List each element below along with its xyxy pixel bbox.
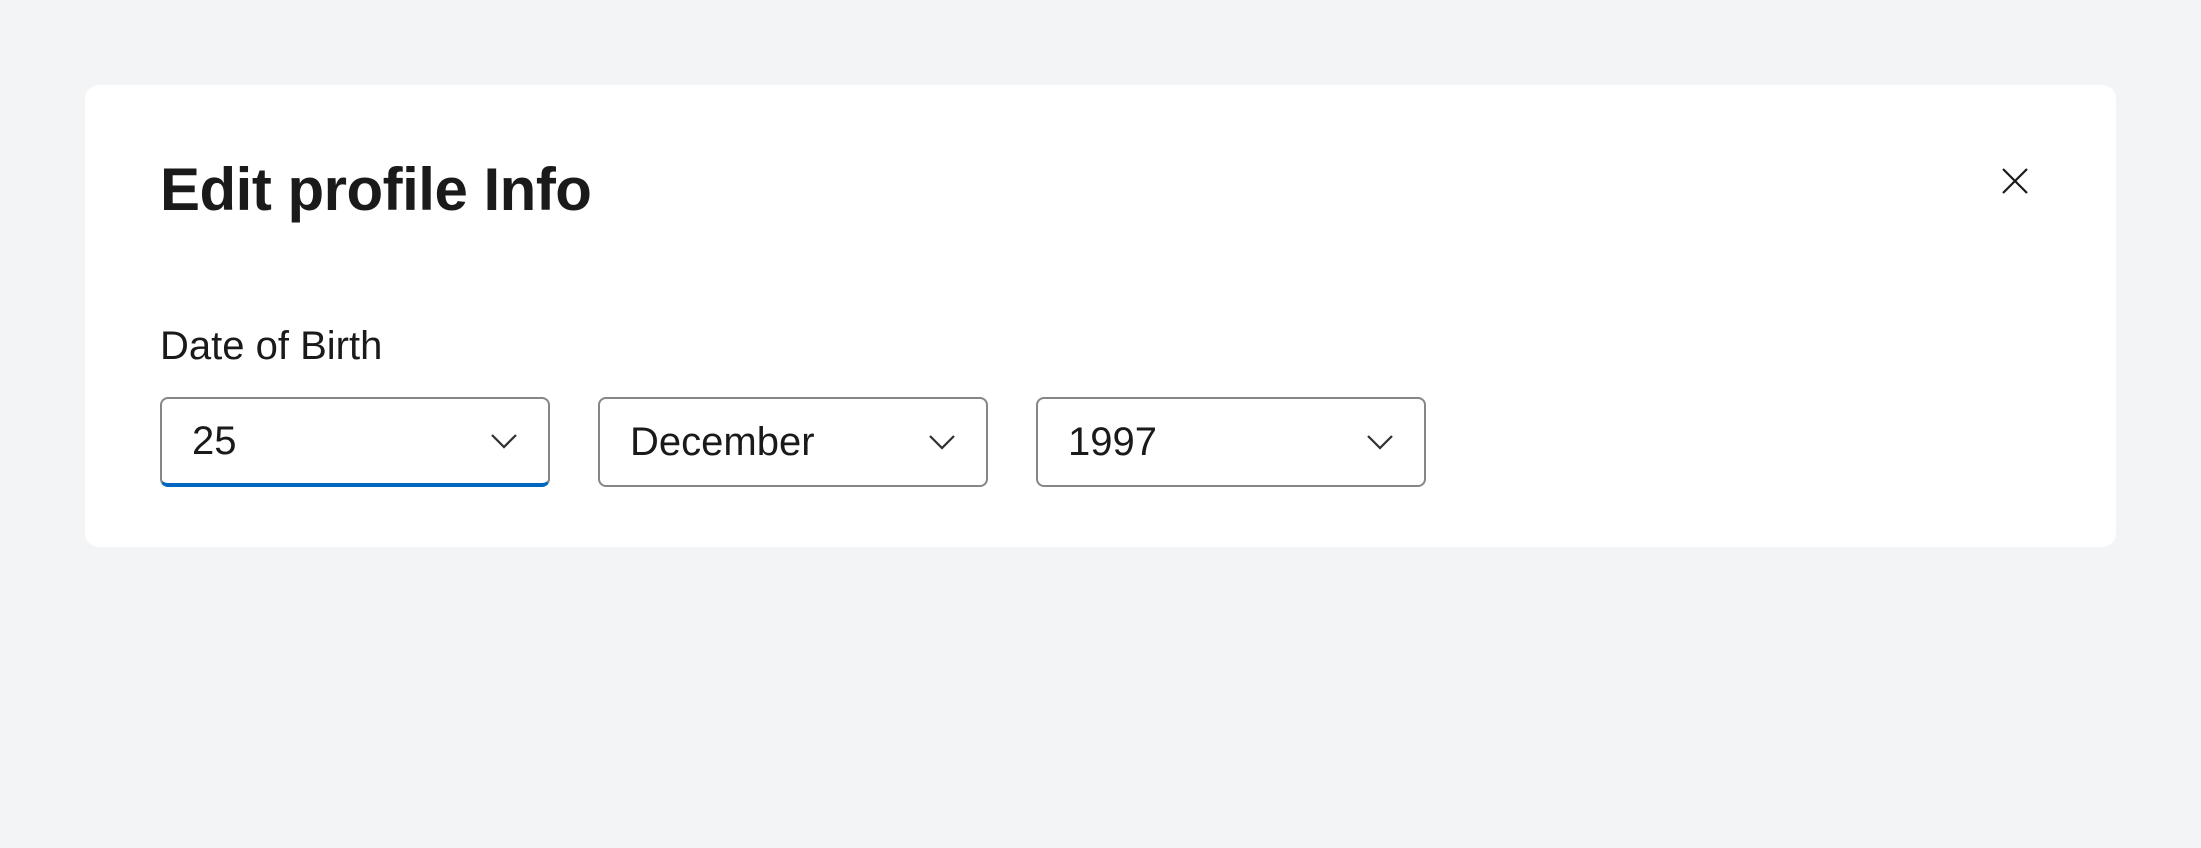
dialog-header: Edit profile Info	[160, 155, 2041, 224]
month-dropdown[interactable]: December	[598, 397, 988, 487]
date-of-birth-field: Date of Birth 25 December	[160, 324, 2041, 487]
field-label: Date of Birth	[160, 324, 2041, 369]
dialog-title: Edit profile Info	[160, 155, 591, 224]
month-value: December	[630, 420, 815, 465]
day-dropdown[interactable]: 25	[160, 397, 550, 487]
chevron-down-icon	[486, 423, 522, 459]
close-button[interactable]	[1989, 155, 2041, 207]
day-value: 25	[192, 419, 237, 464]
year-value: 1997	[1068, 420, 1157, 465]
year-dropdown[interactable]: 1997	[1036, 397, 1426, 487]
dropdown-row: 25 December 1997	[160, 397, 2041, 487]
edit-profile-dialog: Edit profile Info Date of Birth 25 D	[85, 85, 2116, 547]
chevron-down-icon	[1362, 424, 1398, 460]
close-icon	[1997, 163, 2033, 199]
chevron-down-icon	[924, 424, 960, 460]
